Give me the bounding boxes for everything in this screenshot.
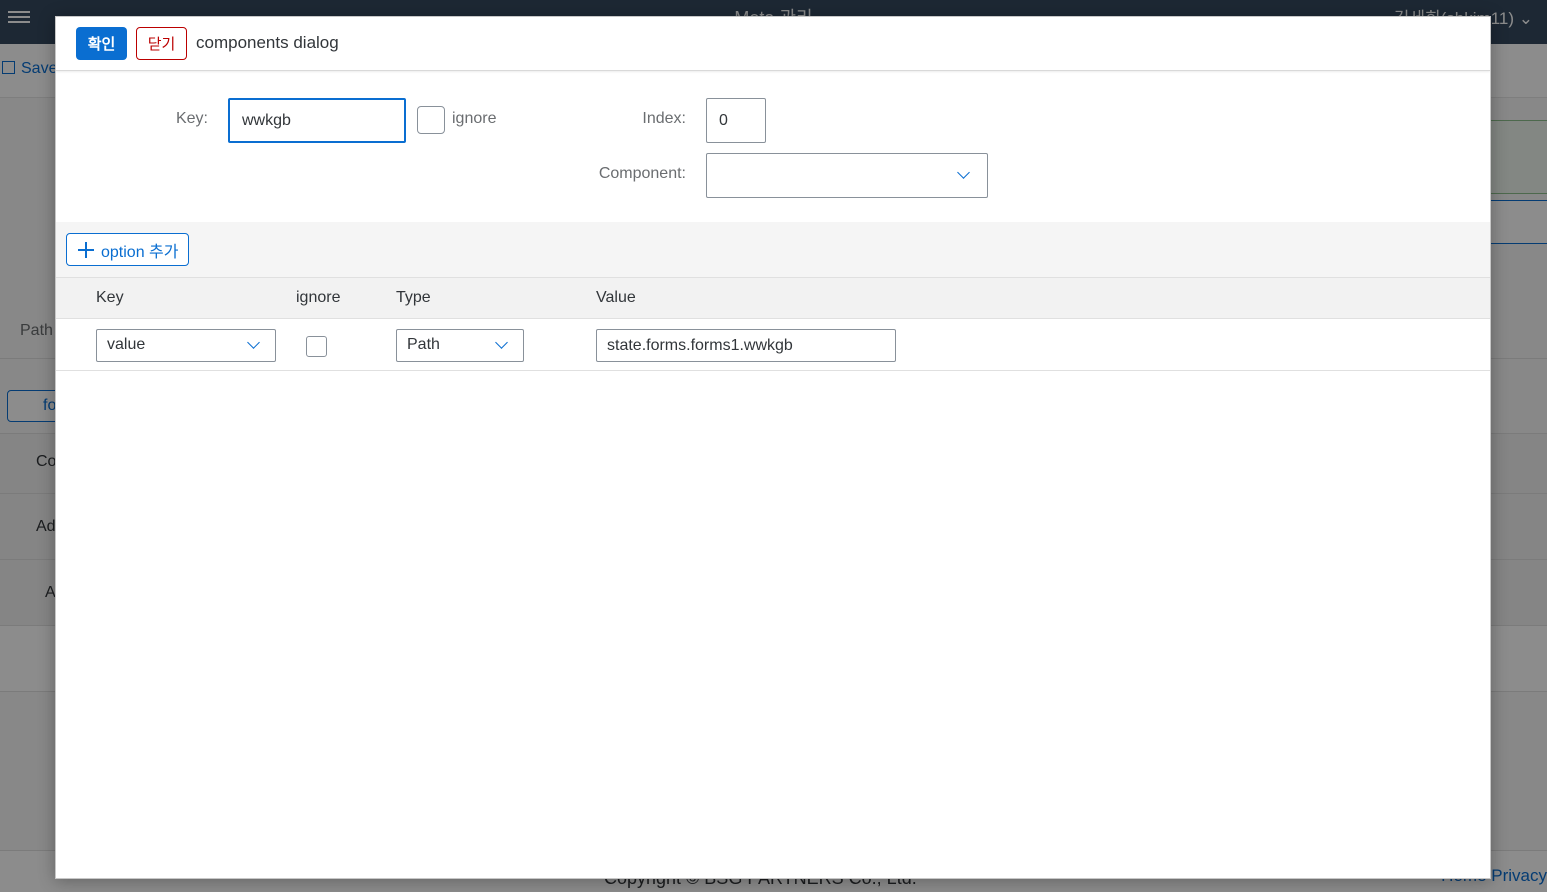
ignore-label: ignore [452,110,497,127]
row-key-value: value [107,336,146,353]
confirm-button[interactable]: 확인 [76,27,127,60]
chevron-down-icon [957,166,970,179]
chevron-down-icon [247,336,260,349]
close-button[interactable]: 닫기 [136,27,187,60]
table-row: value Path [56,319,1490,371]
row-key-select[interactable]: value [96,329,276,362]
row-type-select[interactable]: Path [396,329,524,362]
key-input[interactable] [228,98,406,143]
key-label: Key: [175,110,208,127]
column-header-key: Key [96,289,124,306]
row-value-input[interactable] [596,329,896,362]
column-header-type: Type [396,289,431,306]
column-header-value: Value [596,289,636,306]
dialog-title: components dialog [196,33,339,52]
options-table-header: Key ignore Type Value [56,278,1490,319]
add-option-label: option 추가 [101,243,179,261]
plus-icon [78,242,94,258]
add-option-button[interactable]: option 추가 [66,233,190,266]
option-toolbar: option 추가 [56,222,1490,278]
dialog-header: 확인 닫기 components dialog [56,17,1490,71]
row-type-value: Path [407,336,440,353]
ignore-checkbox[interactable] [417,106,445,134]
index-input[interactable] [706,98,766,143]
column-header-ignore: ignore [296,289,341,306]
component-label: Component: [598,165,686,182]
component-select[interactable] [706,153,988,198]
index-label: Index: [642,110,686,127]
row-ignore-checkbox[interactable] [306,336,327,357]
chevron-down-icon [495,336,508,349]
components-dialog: 확인 닫기 components dialog Key: ignore Inde… [55,16,1491,879]
